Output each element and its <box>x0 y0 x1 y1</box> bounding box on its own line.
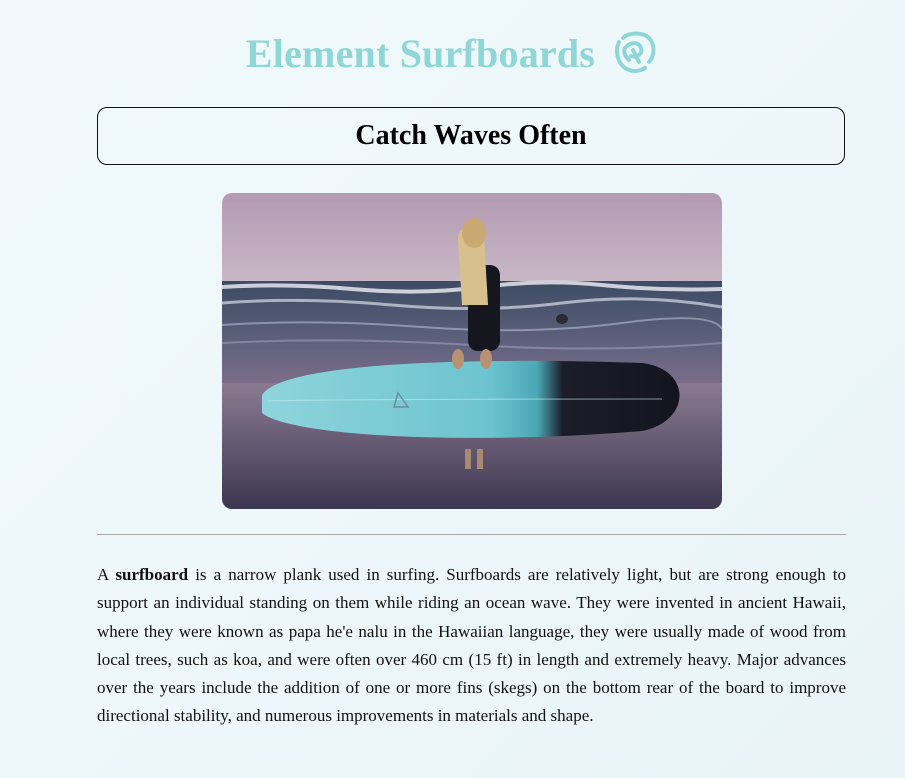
description-body: is a narrow plank used in surfing. Surfb… <box>97 565 846 726</box>
hibiscus-flower-icon <box>609 28 659 78</box>
site-title: Element Surfboards <box>245 30 596 76</box>
site-header: Element Surfboards <box>0 28 905 78</box>
tagline-box: Catch Waves Often <box>97 107 845 165</box>
surfboard-description: A surfboard is a narrow plank used in su… <box>97 561 846 731</box>
surfboard-photo <box>222 193 722 509</box>
tagline: Catch Waves Often <box>355 120 587 151</box>
divider <box>97 534 846 535</box>
description-term: surfboard <box>115 565 189 584</box>
description-lead: A <box>97 565 116 584</box>
